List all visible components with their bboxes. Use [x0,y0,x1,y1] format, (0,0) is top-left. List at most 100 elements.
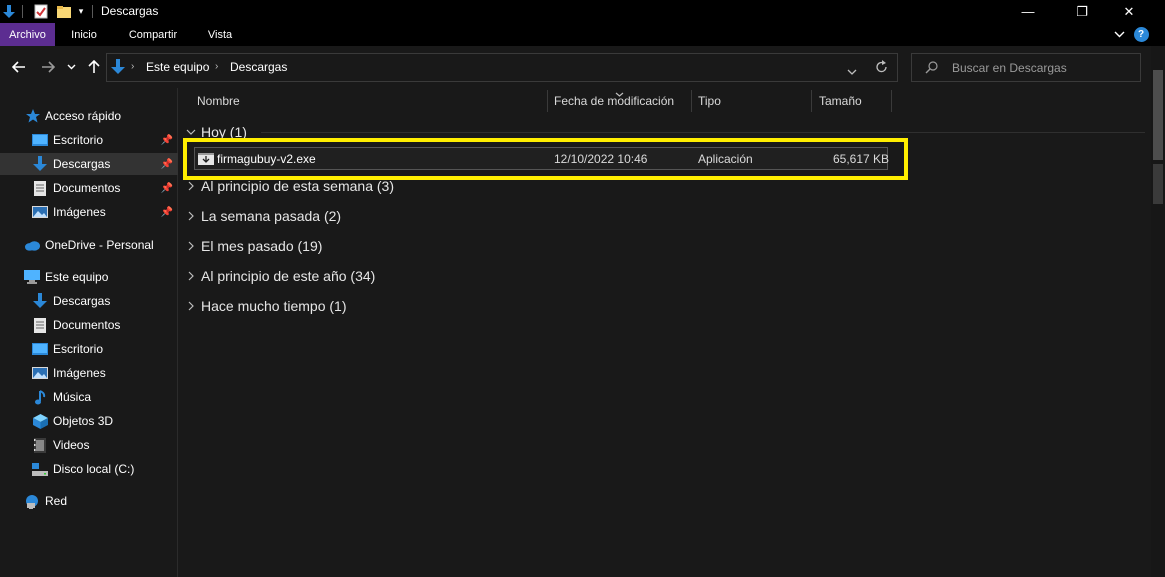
scrollbar-thumb[interactable] [1153,70,1163,160]
expand-ribbon-icon[interactable] [1109,23,1129,46]
column-header-nombre[interactable]: Nombre [197,88,240,114]
tab-inicio[interactable]: Inicio [62,23,106,46]
search-input[interactable]: Buscar en Descargas [952,61,1067,75]
sidebar-item-acceso-rapido[interactable]: Acceso rápido [0,105,178,127]
help-button[interactable]: ? [1132,23,1150,46]
scrollbar-track-segment[interactable] [1153,164,1163,204]
video-icon [32,437,48,453]
group-header-hace-mucho[interactable]: Hace mucho tiempo (1) [185,295,1145,317]
column-header-tamano[interactable]: Tamaño [819,88,862,114]
address-dropdown-icon[interactable] [847,64,857,78]
group-header-hoy[interactable]: Hoy (1) [185,121,1145,143]
column-divider[interactable] [891,90,892,112]
group-label: El mes pasado (19) [201,238,323,254]
star-icon [25,108,41,124]
desktop-icon [32,341,48,357]
close-button[interactable]: ✕ [1106,0,1152,23]
network-icon [24,493,40,509]
sidebar-item-label: Red [45,494,68,508]
group-label: Hace mucho tiempo (1) [201,298,347,314]
group-header-semana-pasada[interactable]: La semana pasada (2) [185,205,1145,227]
file-list-pane: Nombre Fecha de modificación Tipo Tamaño… [179,88,1151,577]
chevron-right-icon [185,235,197,257]
search-icon [925,61,938,77]
download-icon [32,293,48,309]
chevron-down-icon [67,64,75,70]
column-divider[interactable] [811,90,812,112]
back-button[interactable] [8,56,30,78]
group-header-mes-pasado[interactable]: El mes pasado (19) [185,235,1145,257]
sidebar-item-pc-escritorio[interactable]: Escritorio [0,338,178,360]
group-header-esta-semana[interactable]: Al principio de esta semana (3) [185,175,1145,197]
sidebar-item-documentos[interactable]: Documentos 📌 [0,177,178,199]
breadcrumb-este-equipo[interactable]: Este equipo [146,60,209,74]
download-icon [32,156,48,172]
pictures-icon [32,204,48,220]
sidebar-item-pc-imagenes[interactable]: Imágenes [0,362,178,384]
sidebar-item-pc-documentos[interactable]: Documentos [0,314,178,336]
column-header-tipo[interactable]: Tipo [698,88,721,114]
address-bar[interactable]: › Este equipo › Descargas [106,53,898,82]
column-divider[interactable] [691,90,692,112]
tab-archivo[interactable]: Archivo [0,23,55,46]
sidebar-item-label: Acceso rápido [45,109,122,123]
refresh-icon[interactable] [875,60,888,77]
sidebar-item-pc-musica[interactable]: Música [0,386,178,408]
sidebar-item-pc-videos[interactable]: Videos [0,434,178,456]
help-icon: ? [1133,27,1149,42]
search-box[interactable]: Buscar en Descargas [911,53,1141,82]
titlebar-separator [92,5,93,18]
column-header-fecha[interactable]: Fecha de modificación [554,88,674,114]
sidebar-item-label: Descargas [53,294,111,308]
up-button[interactable] [83,56,105,78]
chevron-right-icon [185,295,197,317]
window-title: Descargas [101,4,159,18]
sidebar-item-pc-descargas[interactable]: Descargas [0,290,178,312]
sidebar-item-pc-objetos-3d[interactable]: Objetos 3D [0,410,178,432]
pin-icon[interactable]: 📌 [161,156,173,172]
tab-compartir[interactable]: Compartir [120,23,186,46]
tab-vista[interactable]: Vista [200,23,240,46]
file-size: 65,617 KB [833,152,890,166]
breadcrumb-descargas[interactable]: Descargas [230,60,287,74]
pin-icon[interactable]: 📌 [161,180,173,196]
sidebar-item-este-equipo[interactable]: Este equipo [0,266,178,288]
sidebar-item-pc-disco-local[interactable]: Disco local (C:) [0,458,178,480]
chevron-down-icon [185,121,197,143]
group-header-este-ano[interactable]: Al principio de este año (34) [185,265,1145,287]
ribbon-tabs: Archivo Inicio Compartir Vista ? [0,23,1165,46]
minimize-button[interactable]: — [1005,0,1051,23]
computer-icon [24,269,40,285]
sidebar-item-onedrive[interactable]: OneDrive - Personal [0,234,178,256]
document-icon [32,180,48,196]
desktop-icon [32,132,48,148]
sidebar-item-label: Este equipo [45,270,109,284]
breadcrumb-separator-icon: › [131,61,135,72]
customize-toolbar-icon[interactable]: ▾ [76,3,86,20]
properties-icon[interactable] [33,3,49,20]
column-divider[interactable] [547,90,548,112]
sidebar-item-imagenes[interactable]: Imágenes 📌 [0,201,178,223]
arrow-up-icon [88,60,100,73]
navigation-bar: › Este equipo › Descargas Buscar en Desc… [0,46,1165,88]
pin-icon[interactable]: 📌 [161,132,173,148]
pin-icon[interactable]: 📌 [161,204,173,220]
group-label: Hoy (1) [201,124,247,140]
sidebar-item-descargas[interactable]: Descargas 📌 [0,153,178,175]
sidebar-item-label: Objetos 3D [53,414,114,428]
file-row[interactable]: firmagubuy-v2.exe 12/10/2022 10:46 Aplic… [194,147,890,170]
chevron-right-icon [185,175,197,197]
group-label: Al principio de este año (34) [201,268,376,284]
restore-button[interactable]: ❐ [1059,0,1105,23]
arrow-right-icon [42,61,55,73]
new-folder-icon[interactable] [56,3,72,20]
drive-icon [32,461,48,477]
sidebar-item-red[interactable]: Red [0,490,178,512]
sidebar-item-label: Escritorio [53,133,104,147]
forward-button[interactable] [37,56,59,78]
navigation-pane: Acceso rápido Escritorio 📌 Descargas 📌 D… [0,88,178,577]
chevron-right-icon [185,265,197,287]
sidebar-item-escritorio[interactable]: Escritorio 📌 [0,129,178,151]
recent-locations-button[interactable] [62,56,80,78]
vertical-scrollbar[interactable] [1151,46,1165,577]
